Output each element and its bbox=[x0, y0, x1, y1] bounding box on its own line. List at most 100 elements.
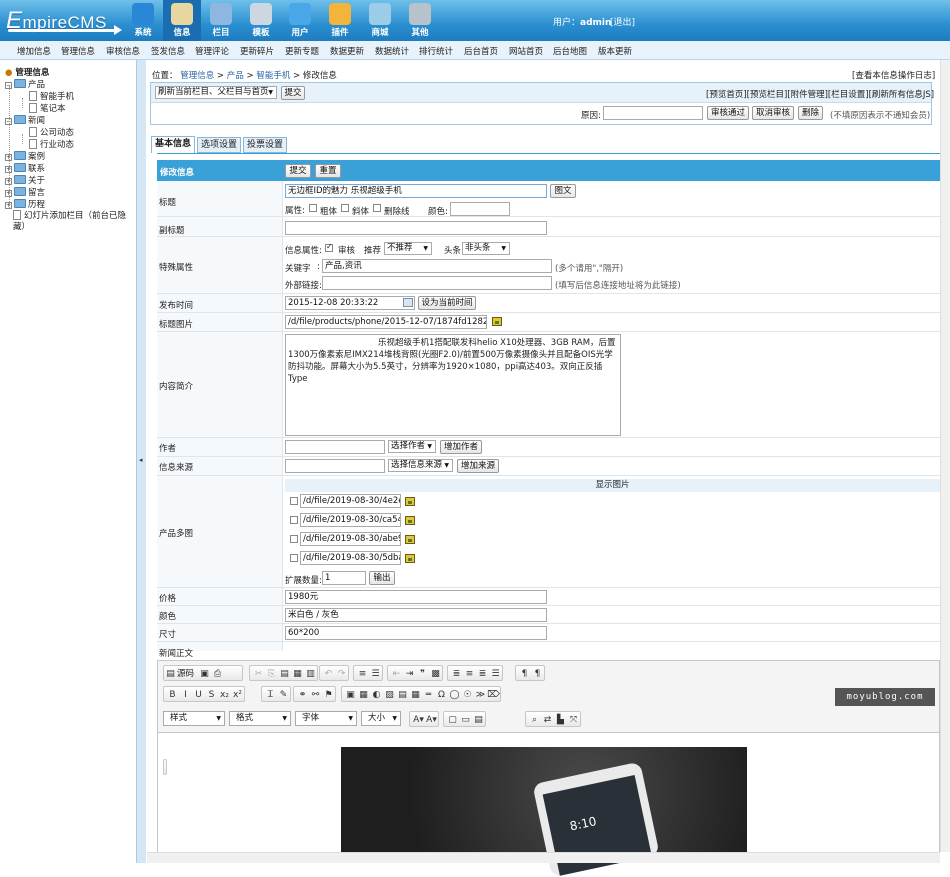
nav-shop[interactable]: 商城 bbox=[361, 0, 399, 41]
menu-item[interactable]: 网站首页 bbox=[509, 45, 543, 57]
nav-globe[interactable]: 系统 bbox=[124, 0, 162, 41]
menu-item[interactable]: 增加信息 bbox=[17, 45, 51, 57]
ltr-icon[interactable]: ¶ bbox=[518, 666, 531, 682]
div-icon[interactable]: ▩ bbox=[429, 666, 442, 682]
align-right-icon[interactable]: ≣ bbox=[476, 666, 489, 682]
nav-notepad[interactable]: 信息 bbox=[163, 0, 201, 41]
collapse-arrow-icon[interactable]: ◂ bbox=[139, 456, 143, 464]
numbered-list-icon[interactable]: ≡ bbox=[356, 666, 369, 682]
file-icon[interactable]: ▤ bbox=[396, 687, 409, 703]
align-left-icon[interactable]: ≣ bbox=[450, 666, 463, 682]
title-color-input[interactable] bbox=[450, 202, 510, 216]
bold-icon[interactable]: B bbox=[166, 687, 179, 703]
menu-item[interactable]: 后台首页 bbox=[464, 45, 498, 57]
select-image-icon[interactable] bbox=[405, 497, 415, 506]
column-settings-link[interactable]: [栏目设置] bbox=[828, 90, 869, 100]
pic-path-input[interactable]: /d/file/2019-08-30/4e2e5e6 bbox=[300, 494, 401, 508]
select-image-icon[interactable] bbox=[405, 554, 415, 563]
outdent-icon[interactable]: ⇤ bbox=[390, 666, 403, 682]
pic-path-input[interactable]: /d/file/2019-08-30/ca5402f bbox=[300, 513, 401, 527]
nav-folder[interactable]: 栏目 bbox=[202, 0, 240, 41]
table-icon[interactable]: ▦ bbox=[409, 687, 422, 703]
bullet-list-icon[interactable]: ☰ bbox=[369, 666, 382, 682]
link-icon[interactable]: ⚭ bbox=[296, 687, 309, 703]
tree-node[interactable]: − 新闻 bbox=[5, 114, 45, 126]
copy-icon[interactable]: ⎘ bbox=[265, 666, 278, 682]
justify-icon[interactable]: ☰ bbox=[489, 666, 502, 682]
calendar-icon[interactable] bbox=[403, 298, 413, 307]
add-author-button[interactable]: 增加作者 bbox=[440, 440, 482, 454]
size-input[interactable]: 60*200 bbox=[285, 626, 547, 640]
doc-icon[interactable]: ▤ bbox=[472, 712, 485, 728]
preview-column-link[interactable]: [预览栏目] bbox=[747, 90, 788, 100]
tree-node[interactable]: 笔记本 bbox=[29, 102, 66, 114]
menu-item[interactable]: 数据统计 bbox=[375, 45, 409, 57]
recommend-select[interactable]: 不推荐 bbox=[384, 242, 432, 255]
strike-icon[interactable]: S bbox=[205, 687, 218, 703]
select-image-icon[interactable] bbox=[405, 535, 415, 544]
tree-node[interactable]: − 产品 bbox=[5, 78, 45, 90]
reason-input[interactable] bbox=[603, 106, 703, 120]
tree-node[interactable]: + 关于 bbox=[5, 174, 45, 186]
format-select[interactable]: 格式 bbox=[229, 711, 291, 726]
redo-icon[interactable]: ↷ bbox=[335, 666, 348, 682]
ext-link-input[interactable] bbox=[322, 276, 552, 290]
pic-path-input[interactable]: /d/file/2019-08-30/abe97ec bbox=[300, 532, 401, 546]
tree-root[interactable]: ● 管理信息 bbox=[5, 66, 49, 78]
menu-item[interactable]: 版本更新 bbox=[598, 45, 632, 57]
strike-checkbox[interactable] bbox=[373, 204, 381, 212]
toolbar-submit-button[interactable]: 提交 bbox=[281, 86, 305, 100]
italic-checkbox[interactable] bbox=[341, 204, 349, 212]
tree-node[interactable]: + 联系 bbox=[5, 162, 45, 174]
extend-input[interactable]: 1 bbox=[322, 571, 366, 585]
fullscreen-icon[interactable]: ⤧ bbox=[567, 712, 580, 728]
preview-home-link[interactable]: [预览首页] bbox=[706, 90, 747, 100]
subscript-icon[interactable]: x₂ bbox=[218, 687, 231, 703]
intro-textarea[interactable]: 乐视超级手机1搭配联发科helio X10处理器、3GB RAM，后置1300万… bbox=[285, 334, 621, 436]
font-select[interactable]: 字体 bbox=[295, 711, 357, 726]
pic-checkbox[interactable] bbox=[290, 497, 298, 505]
menu-item[interactable]: 管理评论 bbox=[195, 45, 229, 57]
paste-text-icon[interactable]: ▦ bbox=[291, 666, 304, 682]
image-icon[interactable]: ▣ bbox=[344, 687, 357, 703]
source-select[interactable]: 选择信息来源 bbox=[388, 459, 453, 472]
audit-checkbox[interactable] bbox=[325, 242, 333, 252]
emoticon-icon[interactable]: ◯ bbox=[448, 687, 461, 703]
tab-options[interactable]: 选项设置 bbox=[197, 137, 241, 153]
undo-icon[interactable]: ↶ bbox=[322, 666, 335, 682]
keywords-input[interactable]: 产品,资讯 bbox=[322, 259, 552, 273]
select-all-icon[interactable]: ▙ bbox=[554, 712, 567, 728]
tree-node[interactable]: 行业动态 bbox=[29, 138, 74, 150]
logout-link[interactable]: [退出] bbox=[610, 15, 635, 28]
bold-checkbox[interactable] bbox=[309, 204, 317, 212]
text-color-icon[interactable]: A▾ bbox=[412, 712, 425, 728]
nav-template[interactable]: 模板 bbox=[242, 0, 280, 41]
sidebar-splitter[interactable]: ◂ bbox=[136, 60, 146, 863]
color-input[interactable]: 米白色 / 灰色 bbox=[285, 608, 547, 622]
pagebreak-icon[interactable]: ☉ bbox=[461, 687, 474, 703]
menu-item[interactable]: 签发信息 bbox=[151, 45, 185, 57]
print-icon[interactable]: ⎙ bbox=[211, 666, 224, 682]
iframe-icon[interactable]: ≫ bbox=[474, 687, 487, 703]
menu-item[interactable]: 后台地图 bbox=[553, 45, 587, 57]
author-input[interactable] bbox=[285, 440, 385, 454]
nav-user[interactable]: 用户 bbox=[281, 0, 319, 41]
anchor-icon[interactable]: ⚑ bbox=[322, 687, 335, 703]
pic-checkbox[interactable] bbox=[290, 535, 298, 543]
price-input[interactable]: 1980元 bbox=[285, 590, 547, 604]
pic-path-input[interactable]: /d/file/2019-08-30/5dbad7c bbox=[300, 551, 401, 565]
select-image-icon[interactable] bbox=[492, 317, 502, 326]
source-input[interactable] bbox=[285, 459, 385, 473]
select-image-icon[interactable] bbox=[405, 516, 415, 525]
tab-vote[interactable]: 投票设置 bbox=[243, 137, 287, 153]
superscript-icon[interactable]: x² bbox=[231, 687, 244, 703]
size-select[interactable]: 大小 bbox=[361, 711, 401, 726]
breadcrumb-item[interactable]: 智能手机 bbox=[256, 71, 290, 81]
copy-format-icon[interactable]: ✎ bbox=[277, 687, 290, 703]
tree-node[interactable]: + 历程 bbox=[5, 198, 45, 210]
align-center-icon[interactable]: ≡ bbox=[463, 666, 476, 682]
media-icon[interactable]: ◐ bbox=[370, 687, 383, 703]
add-source-button[interactable]: 增加来源 bbox=[457, 459, 499, 473]
vertical-scrollbar[interactable] bbox=[940, 60, 950, 852]
find-icon[interactable]: ⌕ bbox=[528, 712, 541, 728]
